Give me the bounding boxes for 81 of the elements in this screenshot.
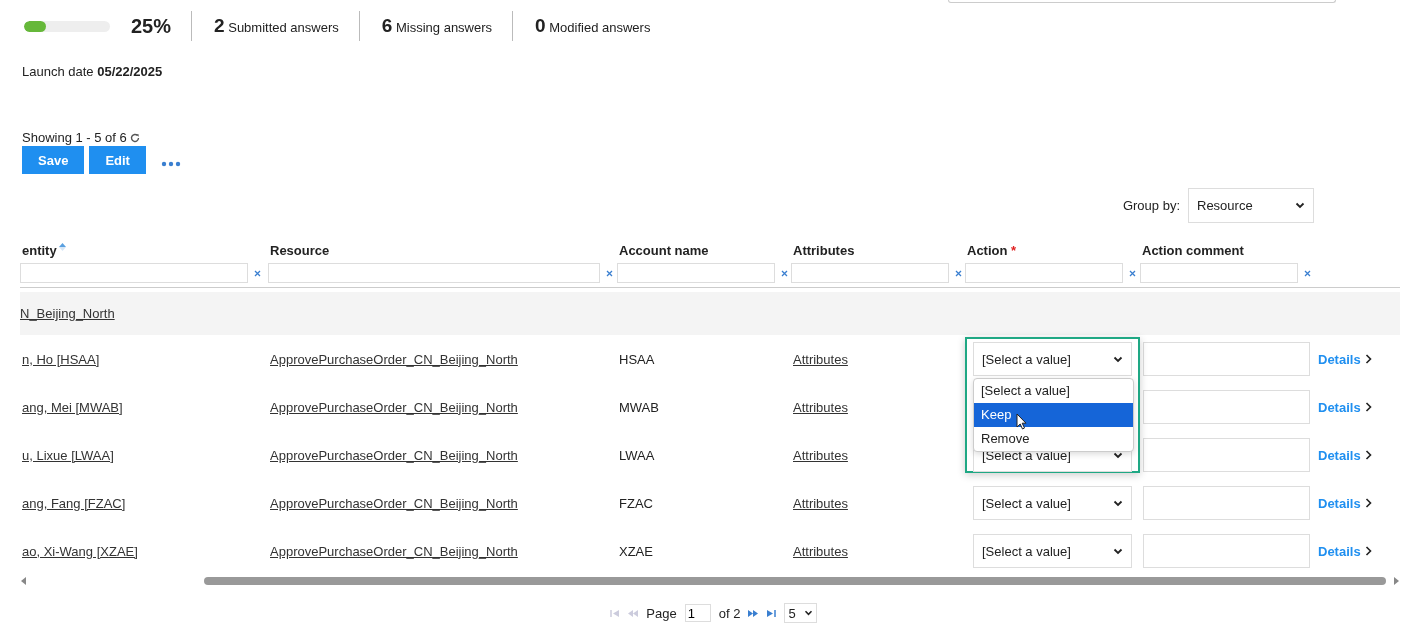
chevron-icon[interactable] bbox=[1364, 450, 1372, 460]
filter-field[interactable] bbox=[617, 263, 775, 283]
scroll-left-icon[interactable] bbox=[20, 576, 28, 586]
attributes-link[interactable]: Attributes bbox=[793, 351, 848, 367]
showing-count: Showing 1 - 5 of 6 bbox=[22, 130, 127, 146]
chevron-icon[interactable] bbox=[1364, 546, 1372, 556]
account-name: MWAB bbox=[619, 399, 659, 415]
resource-link[interactable]: ApprovePurchaseOrder_CN_Beijing_North bbox=[270, 447, 518, 463]
group-by-select[interactable]: Resource bbox=[1188, 188, 1314, 223]
more-icon[interactable] bbox=[160, 161, 181, 167]
stat-text: 6 Missing answers bbox=[381, 15, 493, 37]
column-header[interactable]: Action comment bbox=[1142, 243, 1244, 259]
clear-icon[interactable] bbox=[1304, 269, 1311, 277]
attributes-link[interactable]: Attributes bbox=[793, 543, 848, 559]
caret-icon[interactable] bbox=[1113, 499, 1123, 507]
launch-date: Launch date 05/22/2025 bbox=[22, 64, 164, 80]
progress-percent: 25% bbox=[131, 14, 172, 38]
filter-field[interactable] bbox=[791, 263, 949, 283]
comment-field[interactable] bbox=[1143, 438, 1310, 472]
next-page-icon[interactable] bbox=[748, 609, 759, 617]
identity-link[interactable]: ang, Mei [MWAB] bbox=[22, 399, 123, 415]
account-name: HSAA bbox=[619, 351, 655, 367]
clear-icon[interactable] bbox=[781, 269, 788, 277]
stat-text: 0 Modified answers bbox=[535, 15, 651, 37]
action-select[interactable]: [Select a value] bbox=[973, 486, 1132, 520]
comment-field[interactable] bbox=[1143, 486, 1310, 520]
scrollbar-thumb[interactable] bbox=[204, 577, 1386, 585]
column-header[interactable]: entity bbox=[22, 243, 57, 259]
caret-icon[interactable] bbox=[1113, 451, 1123, 459]
comment-field[interactable] bbox=[1143, 534, 1310, 568]
clear-icon[interactable] bbox=[1129, 269, 1136, 277]
caret-icon[interactable] bbox=[1113, 547, 1123, 555]
action-select[interactable]: [Select a value] bbox=[973, 342, 1132, 376]
dropdown-option[interactable]: [Select a value] bbox=[974, 379, 1133, 403]
comment-field[interactable] bbox=[1143, 342, 1310, 376]
attributes-link[interactable]: Attributes bbox=[793, 447, 848, 463]
caret-icon[interactable] bbox=[803, 610, 813, 616]
resource-link[interactable]: ApprovePurchaseOrder_CN_Beijing_North bbox=[270, 399, 518, 415]
filter-field[interactable] bbox=[268, 263, 600, 283]
column-header[interactable]: Action * bbox=[967, 243, 1017, 259]
column-header[interactable]: Account name bbox=[619, 243, 709, 259]
caret-icon[interactable] bbox=[1295, 202, 1305, 209]
column-header[interactable]: Resource bbox=[270, 243, 330, 259]
account-name: XZAE bbox=[619, 543, 653, 559]
identity-link[interactable]: ao, Xi-Wang [XZAE] bbox=[22, 543, 138, 559]
resource-link[interactable]: ApprovePurchaseOrder_CN_Beijing_North bbox=[270, 543, 518, 559]
dropdown-option[interactable]: Keep bbox=[974, 403, 1133, 427]
cursor-icon bbox=[1016, 413, 1028, 430]
account-name: FZAC bbox=[619, 495, 653, 511]
identity-link[interactable]: u, Lixue [LWAA] bbox=[22, 447, 114, 463]
chevron-icon[interactable] bbox=[1364, 498, 1372, 508]
resource-link[interactable]: ApprovePurchaseOrder_CN_Beijing_North bbox=[270, 495, 518, 511]
comment-field[interactable] bbox=[1143, 390, 1310, 424]
clear-icon[interactable] bbox=[606, 269, 613, 277]
chevron-icon[interactable] bbox=[1364, 402, 1372, 412]
action-select[interactable]: [Select a value] bbox=[973, 534, 1132, 568]
clear-icon[interactable] bbox=[955, 269, 962, 277]
group-by-label: Group by: bbox=[1122, 198, 1180, 213]
identity-link[interactable]: ang, Fang [FZAC] bbox=[22, 495, 126, 511]
filter-field[interactable] bbox=[965, 263, 1123, 283]
sort-icon[interactable] bbox=[58, 243, 66, 251]
scroll-right-icon[interactable] bbox=[1392, 576, 1400, 586]
page-total: of 2 bbox=[718, 605, 741, 621]
last-page-icon[interactable] bbox=[766, 609, 777, 617]
group-link[interactable]: N_Beijing_North bbox=[20, 306, 115, 321]
filter-field[interactable] bbox=[1140, 263, 1298, 283]
attributes-link[interactable]: Attributes bbox=[793, 495, 848, 511]
refresh-icon[interactable] bbox=[129, 133, 140, 143]
column-header[interactable]: Attributes bbox=[793, 243, 855, 259]
identity-link[interactable]: n, Ho [HSAA] bbox=[22, 351, 100, 367]
account-name: LWAA bbox=[619, 447, 655, 463]
stat-text: 2 Submitted answers bbox=[214, 15, 339, 37]
resource-link[interactable]: ApprovePurchaseOrder_CN_Beijing_North bbox=[270, 351, 518, 367]
attributes-link[interactable]: Attributes bbox=[793, 399, 848, 415]
page-label: Page bbox=[646, 605, 677, 621]
page-size-select[interactable]: 5 bbox=[784, 603, 817, 623]
page-field[interactable]: 1 bbox=[684, 604, 711, 622]
filter-field[interactable] bbox=[20, 263, 248, 283]
caret-icon[interactable] bbox=[1113, 355, 1123, 363]
chevron-icon[interactable] bbox=[1364, 354, 1372, 364]
clear-icon[interactable] bbox=[254, 269, 261, 277]
